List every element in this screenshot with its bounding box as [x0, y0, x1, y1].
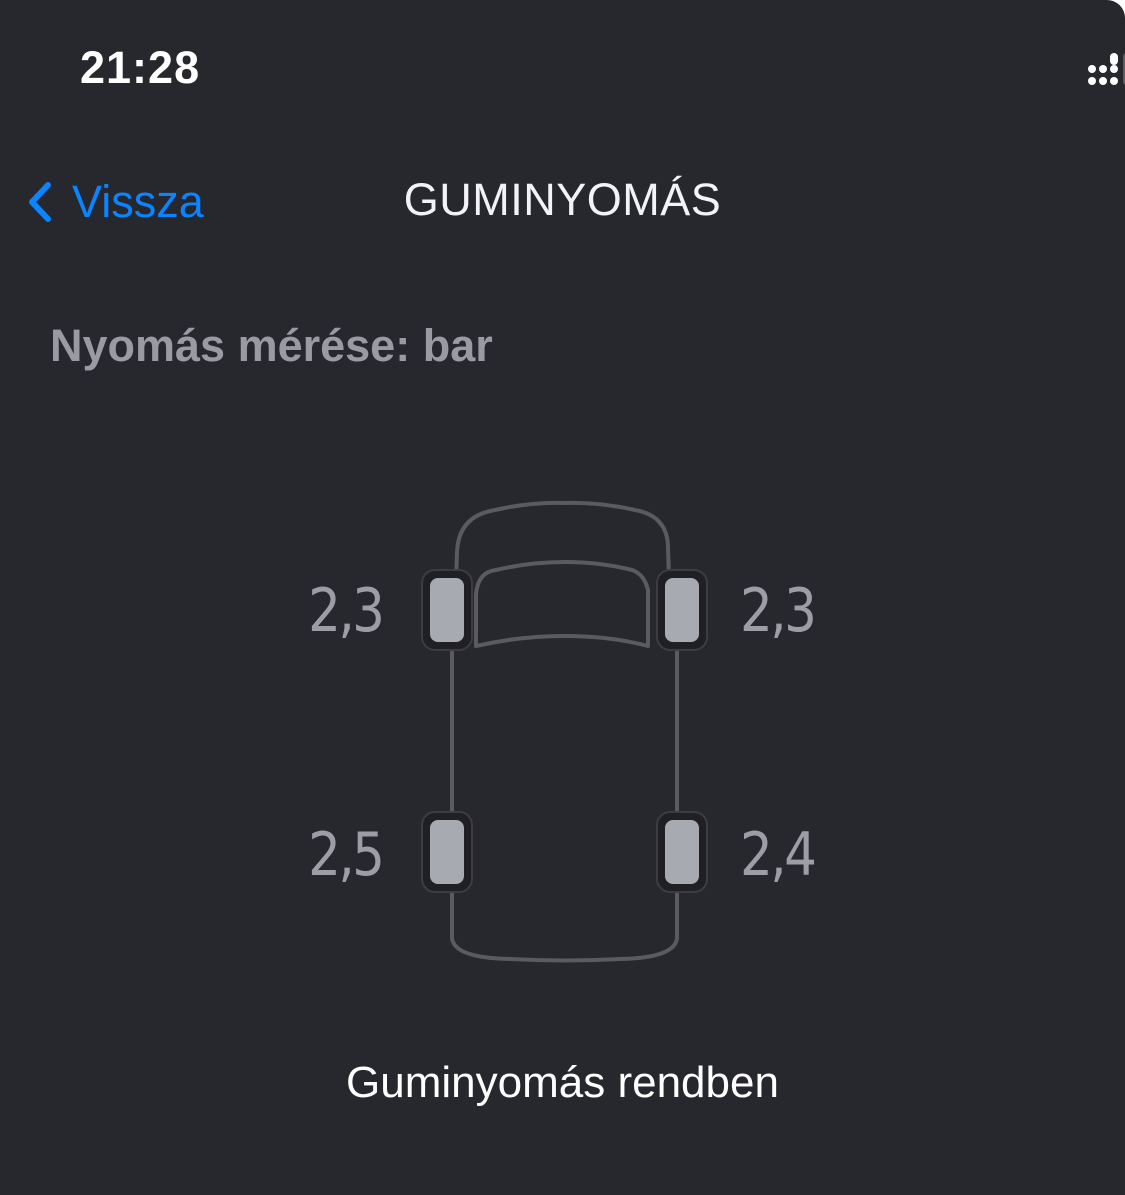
- tire-pressure-rear-right: 2,4: [740, 820, 817, 890]
- units-label: Nyomás mérése: bar: [50, 320, 493, 371]
- status-time: 21:28: [80, 42, 201, 93]
- car-windshield: [474, 560, 650, 648]
- car-diagram: [421, 500, 708, 963]
- tire-front-right: [656, 569, 708, 651]
- page-title: GUMINYOMÁS: [403, 174, 722, 225]
- tire-pressure-screen: 21:28 100: [0, 0, 1125, 1195]
- status-message: Guminyomás rendben: [346, 1058, 779, 1107]
- car-rear-outline: [450, 890, 679, 963]
- tire-pressure-front-right: 2,3: [740, 576, 817, 646]
- tire-rear-right: [656, 811, 708, 893]
- car-body-outline: [454, 500, 671, 579]
- tire-front-left: [421, 569, 473, 651]
- tire-pressure-rear-left: 2,5: [308, 820, 385, 890]
- tire-pressure-front-left: 2,3: [308, 576, 385, 646]
- signal-icon: [1088, 53, 1125, 85]
- tire-rear-left: [421, 811, 473, 893]
